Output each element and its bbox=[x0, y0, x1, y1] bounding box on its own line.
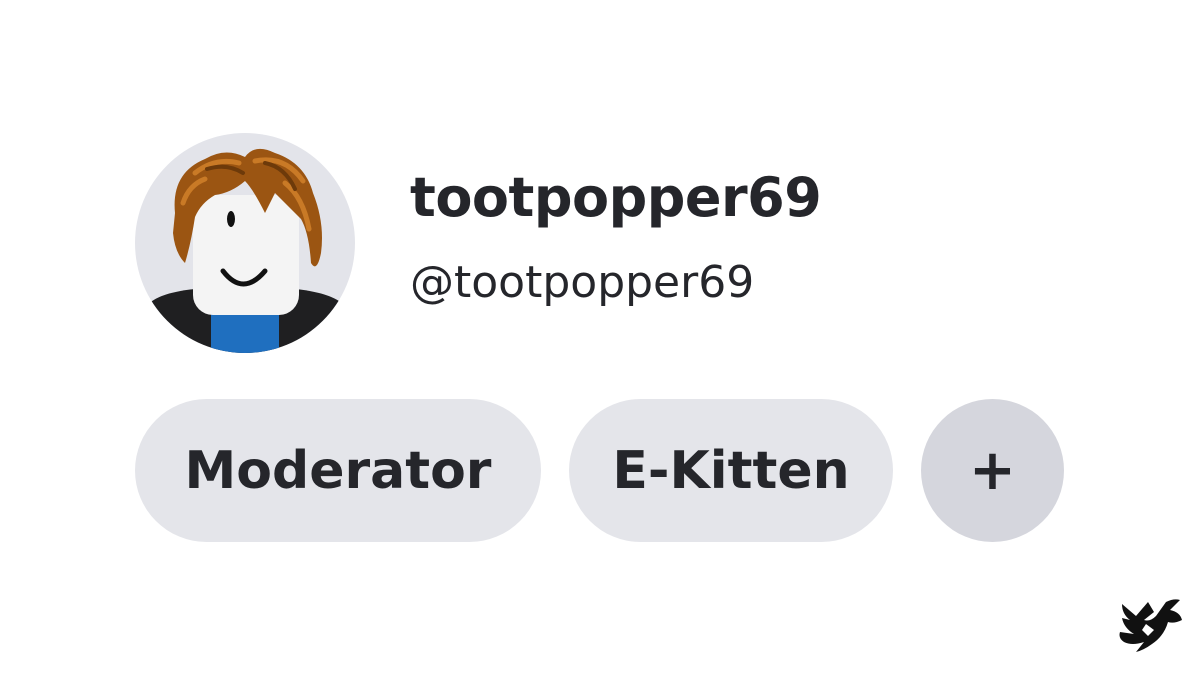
avatar[interactable] bbox=[135, 133, 355, 353]
display-name: tootpopper69 bbox=[410, 166, 822, 229]
user-handle: @tootpopper69 bbox=[410, 257, 755, 308]
tag-e-kitten[interactable]: E-Kitten bbox=[569, 399, 893, 542]
profile-card: tootpopper69 @tootpopper69 Moderator E-K… bbox=[0, 0, 1200, 675]
tag-list: Moderator E-Kitten + bbox=[135, 399, 1064, 542]
add-tag-button[interactable]: + bbox=[921, 399, 1064, 542]
tag-moderator[interactable]: Moderator bbox=[135, 399, 541, 542]
roblox-avatar-icon bbox=[145, 148, 347, 353]
bird-logo-icon bbox=[1114, 594, 1184, 656]
